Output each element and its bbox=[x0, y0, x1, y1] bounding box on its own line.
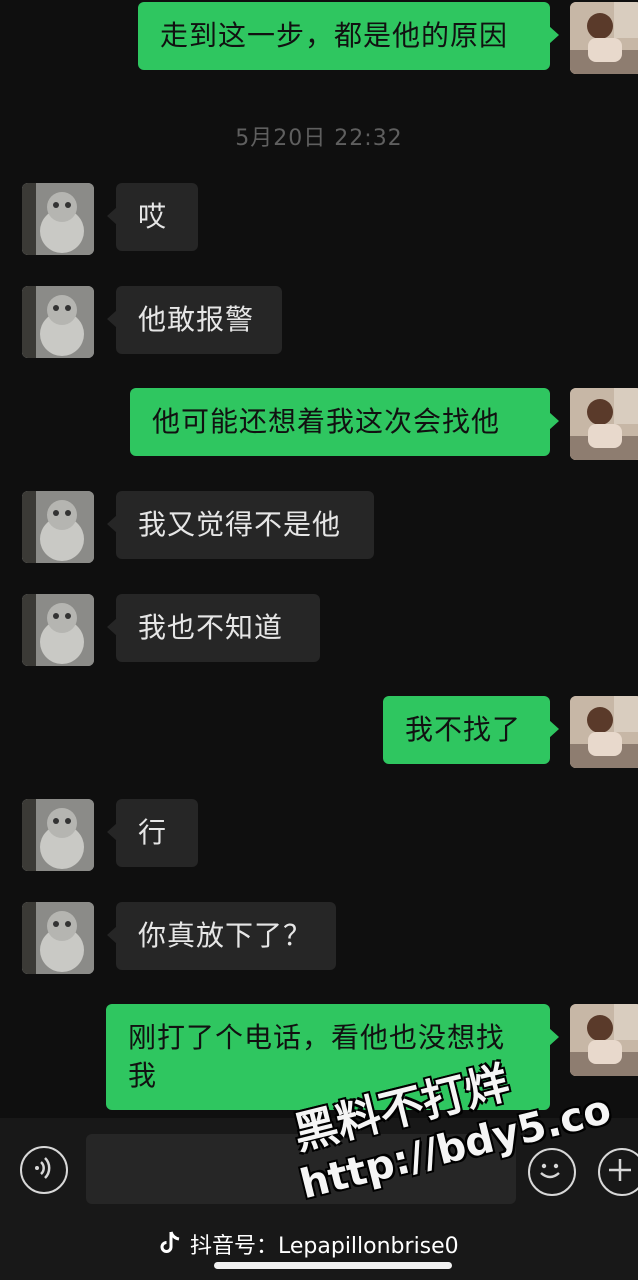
message-bubble-received[interactable]: 我又觉得不是他 bbox=[107, 491, 374, 559]
voice-icon[interactable] bbox=[20, 1146, 68, 1194]
platform-account-label: 抖音号：Lepapillonbrise0 bbox=[190, 1234, 459, 1259]
message-bubble-received[interactable]: 哎 bbox=[107, 183, 198, 251]
message-bubble-received[interactable]: 行 bbox=[107, 799, 198, 867]
message-timestamp: 5月20日 22:32 bbox=[235, 126, 403, 151]
contact-avatar[interactable] bbox=[22, 286, 94, 358]
contact-avatar[interactable] bbox=[22, 594, 94, 666]
emoji-icon[interactable] bbox=[528, 1148, 576, 1196]
message-bubble-sent[interactable]: 走到这一步，都是他的原因 bbox=[138, 2, 559, 70]
contact-avatar[interactable] bbox=[22, 183, 94, 255]
plus-icon[interactable] bbox=[598, 1148, 638, 1196]
tiktok-logo-icon bbox=[160, 1231, 180, 1253]
my-avatar[interactable] bbox=[570, 696, 638, 768]
my-avatar[interactable] bbox=[570, 388, 638, 460]
contact-avatar[interactable] bbox=[22, 902, 94, 974]
message-bubble-sent[interactable]: 我不找了 bbox=[383, 696, 559, 764]
contact-avatar[interactable] bbox=[22, 799, 94, 871]
message-bubble-sent[interactable]: 他可能还想着我这次会找他 bbox=[130, 388, 559, 456]
message-bubble-received[interactable]: 我也不知道 bbox=[107, 594, 320, 662]
contact-avatar[interactable] bbox=[22, 491, 94, 563]
home-indicator[interactable] bbox=[214, 1262, 452, 1269]
chat-screen: 走到这一步，都是他的原因 5月20日 22:32 哎 他敢报警 他可能还想着我这… bbox=[0, 0, 638, 1280]
message-bubble-received[interactable]: 你真放下了？ bbox=[107, 902, 336, 970]
message-bubble-received[interactable]: 他敢报警 bbox=[107, 286, 282, 354]
my-avatar[interactable] bbox=[570, 2, 638, 74]
